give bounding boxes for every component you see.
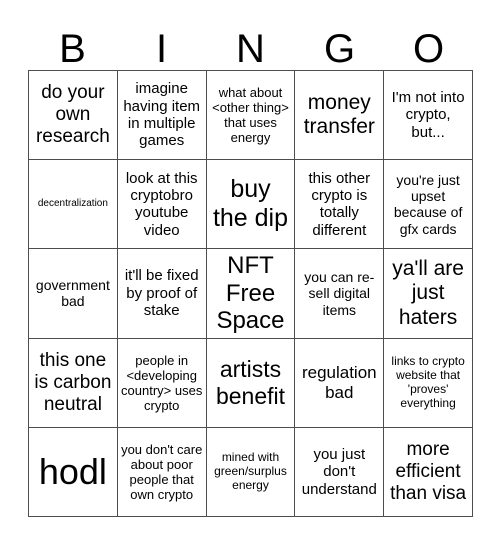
bingo-cell-text: hodl: [38, 451, 107, 493]
bingo-cell[interactable]: money transfer: [295, 71, 385, 161]
bingo-cell-text: imagine having item in multiple games: [123, 80, 201, 150]
bingo-cell[interactable]: this one is carbon neutral: [29, 338, 118, 428]
bingo-cell[interactable]: you can re-sell digital items: [295, 249, 385, 339]
bingo-cell-text: government bad: [35, 277, 110, 310]
bingo-cell-text: you just don't understand: [301, 445, 377, 498]
bingo-cell[interactable]: you don't care about poor people that ow…: [117, 427, 207, 517]
bingo-cell-text: links to crypto website that 'proves' ev…: [391, 353, 465, 410]
bingo-cell[interactable]: regulation bad: [295, 338, 385, 428]
bingo-cell-text: you don't care about poor people that ow…: [121, 441, 203, 502]
bingo-cell-text: I'm not into crypto, but...: [391, 89, 465, 141]
bingo-cell-text: you're just upset because of gfx cards: [393, 171, 463, 237]
bingo-cell-text: ya'll are just haters: [392, 256, 464, 329]
header-letter-i: I: [155, 27, 168, 71]
bingo-cell-text: this other crypto is totally different: [308, 169, 371, 239]
bingo-cell[interactable]: it'll be fixed by proof of stake: [117, 249, 207, 339]
bingo-card: B I N G O do your own research imagine ha…: [0, 0, 500, 544]
bingo-cell[interactable]: you're just upset because of gfx cards: [384, 160, 473, 250]
bingo-cell-text: buy the dip: [212, 175, 289, 233]
bingo-cell[interactable]: more efficient than visa: [384, 427, 473, 517]
bingo-cell[interactable]: decentralization: [29, 160, 118, 250]
bingo-grid: do your own research imagine having item …: [28, 70, 473, 517]
bingo-cell[interactable]: artists benefit: [206, 338, 296, 428]
bingo-cell-text: this one is carbon neutral: [34, 349, 112, 415]
bingo-cell[interactable]: buy the dip: [206, 160, 296, 250]
bingo-cell-text: regulation bad: [301, 362, 377, 402]
bingo-cell[interactable]: hodl: [29, 427, 118, 517]
bingo-cell[interactable]: this other crypto is totally different: [295, 160, 385, 250]
bingo-cell-text: you can re-sell digital items: [304, 269, 375, 318]
bingo-cell-text: what about <other thing> that uses energ…: [212, 84, 289, 146]
bingo-cell[interactable]: do your own research: [29, 71, 118, 161]
bingo-cell-text: decentralization: [37, 198, 108, 210]
bingo-cell-text: people in <developing country> uses cryp…: [121, 352, 203, 413]
header-letter-b: B: [59, 27, 86, 71]
bingo-cell[interactable]: mined with green/surplus energy: [206, 427, 296, 517]
bingo-cell[interactable]: look at this cryptobro youtube video: [117, 160, 207, 250]
bingo-cell-text: do your own research: [35, 82, 110, 148]
bingo-cell[interactable]: you just don't understand: [295, 427, 385, 517]
bingo-cell-text: NFT Free Space: [216, 251, 285, 335]
bingo-cell-text: artists benefit: [215, 356, 286, 409]
bingo-cell[interactable]: people in <developing country> uses cryp…: [117, 338, 207, 428]
header-letter-o: O: [412, 27, 445, 71]
bingo-header: B I N G O: [28, 16, 473, 70]
bingo-cell[interactable]: NFT Free Space: [206, 249, 296, 339]
bingo-cell[interactable]: government bad: [29, 249, 118, 339]
bingo-cell[interactable]: links to crypto website that 'proves' ev…: [384, 338, 473, 428]
bingo-cell-text: money transfer: [303, 90, 375, 139]
bingo-cell[interactable]: imagine having item in multiple games: [117, 71, 207, 161]
bingo-cell-text: look at this cryptobro youtube video: [125, 169, 198, 239]
bingo-cell[interactable]: I'm not into crypto, but...: [384, 71, 473, 161]
bingo-cell[interactable]: what about <other thing> that uses energ…: [206, 71, 296, 161]
header-letter-n: N: [236, 27, 265, 71]
header-letter-g: G: [323, 27, 356, 71]
bingo-cell-text: it'll be fixed by proof of stake: [124, 267, 199, 320]
bingo-cell-text: mined with green/surplus energy: [214, 450, 287, 492]
bingo-cell-text: more efficient than visa: [390, 438, 467, 504]
bingo-cell[interactable]: ya'll are just haters: [384, 249, 473, 339]
